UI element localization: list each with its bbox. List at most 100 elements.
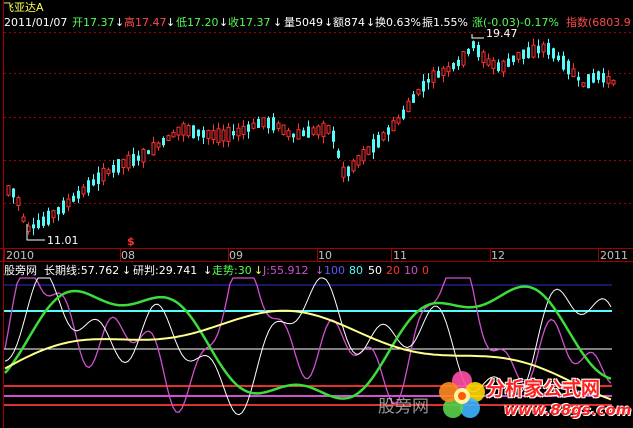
candle-body-down [547,42,550,55]
candle-body-down [592,73,595,83]
candle-body-down [567,60,570,75]
candle-body-down [507,58,510,67]
candle-body-up [16,197,21,206]
long-term-line-label: 长期线:57.762 [44,264,120,277]
arrow-down-icon: ↓ [203,264,213,277]
candle-body-up [206,130,211,139]
candle-body-up [186,125,191,137]
candle-body-up [226,126,231,142]
event-marker: $ [127,235,135,248]
candle-body-up [501,60,506,73]
candle-body-up [486,58,491,66]
candle-body-down [552,48,555,59]
candle-body-up [216,128,221,144]
candle-body-down [137,155,140,161]
candle-body-down [562,55,565,70]
month-label: 2010 [6,249,34,262]
candle-body-down [42,216,45,226]
candle-body-down [472,41,475,49]
candle-body-down [412,94,415,103]
month-label: 09 [229,249,243,262]
candle-body-down [247,124,250,132]
candle-body-up [531,44,536,58]
watermark-text: 股旁网 [378,397,429,417]
candle-body-up [366,146,371,155]
candle-body-up [326,124,331,134]
logo-watermark: 分析家公式网 www.88gs.com [438,368,633,428]
candle-body-down [57,207,60,215]
arrow-down-icon: ↓ [254,264,264,277]
candle-body-down [497,62,500,72]
candle-body-up [491,59,496,69]
candle-body-up [351,160,356,172]
arrow-down-icon: ↓ [122,264,132,277]
candle-body-down [537,45,540,54]
candle-body-down [402,109,405,119]
candle-body-down [427,78,430,83]
candle-body-down [372,139,375,153]
candle-body-down [302,130,305,137]
candle-body-up [236,127,241,137]
candle-body-up [66,198,71,208]
candle-body-down [97,172,100,185]
candle-body-up [171,131,176,138]
candle-body-up [481,51,486,64]
candle-body-down [87,180,90,193]
logo-url: www.88gs.com [504,401,632,419]
candle-body-up [461,51,466,66]
candle-body-up [516,51,521,60]
candle-body-up [51,210,56,219]
min-price-label: 11.01 [47,234,79,247]
candle-body-up [396,117,401,124]
candle-body-down [92,179,95,186]
candle-body-down [307,126,310,138]
candle-body-down [232,131,235,136]
candle-body-up [416,88,421,95]
level-label-20: 20 [386,264,400,277]
level-label-50: 50 [368,264,382,277]
j-value-label: J:55.912 [263,264,309,277]
candle-body-up [251,122,256,129]
candle-body-down [512,55,515,63]
candle-body-down [597,71,600,80]
candle-body-up [21,216,26,222]
month-label: 2011 [600,249,628,262]
candlestick-series [6,38,616,236]
candle-body-down [602,73,605,83]
candle-body-up [176,126,181,136]
candle-body-up [181,123,186,136]
candle-body-down [477,44,480,58]
price-markers [26,34,484,241]
candle-body-up [441,67,446,77]
candle-body-down [272,117,275,131]
candle-body-up [281,124,286,136]
month-label: 11 [393,249,407,262]
candle-body-up [156,142,161,148]
candle-body-down [197,129,200,137]
candle-body-down [72,195,75,202]
max-price-label: 19.47 [486,27,518,40]
candle-body-up [406,100,411,113]
candle-body-up [166,135,171,142]
candle-body-up [296,129,301,140]
candle-body-down [452,63,455,70]
candle-body-down [457,59,460,67]
max-price-leader [471,34,484,39]
candle-body-up [276,122,281,130]
candle-body-down [77,190,80,199]
candle-body-up [6,185,11,196]
candle-body-up [126,154,131,169]
candle-body-down [192,125,195,139]
trend-label: 走势:30 [212,264,252,277]
candle-body-down [337,150,340,158]
judge-label: 研判:29.741 [133,264,198,277]
candle-body-up [431,70,436,83]
candle-body-down [422,80,425,92]
candle-body-up [541,43,546,53]
level-label-10: 10 [404,264,418,277]
candle-body-up [316,125,321,136]
arrow-down-icon: ↓ [315,264,325,277]
candle-body-up [241,125,246,135]
candle-body-down [112,164,115,173]
candle-body-down [527,47,530,59]
